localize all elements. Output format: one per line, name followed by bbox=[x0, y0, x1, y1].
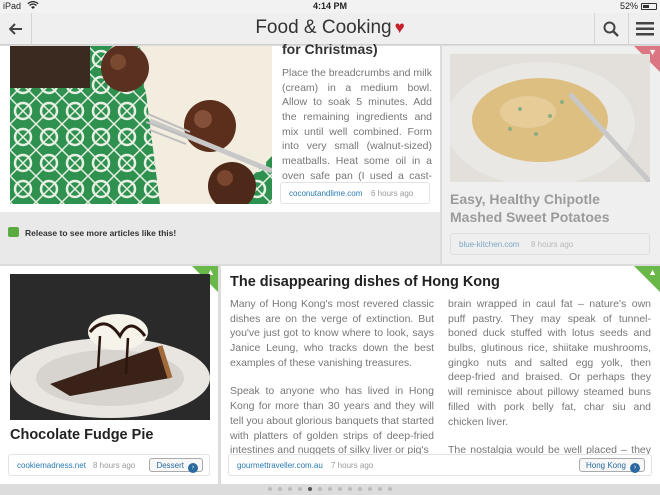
pie-image bbox=[10, 274, 210, 420]
status-bar: iPad 4:14 PM 52% bbox=[0, 0, 660, 13]
hongkong-paragraph: brain wrapped in caul fat – nature's own… bbox=[448, 298, 651, 428]
hamburger-icon bbox=[635, 22, 654, 36]
potatoes-title: Easy, Healthy Chipotle Mashed Sweet Pota… bbox=[450, 191, 610, 226]
thumbs-up-icon bbox=[8, 227, 19, 237]
page-dot[interactable] bbox=[278, 487, 282, 491]
back-button[interactable] bbox=[0, 13, 32, 45]
like-corner[interactable]: ▲ bbox=[634, 266, 660, 292]
pie-meta: cookiemadness.net 8 hours ago Dessert › bbox=[8, 454, 210, 476]
page-dot[interactable] bbox=[328, 487, 332, 491]
page-dot[interactable] bbox=[268, 487, 272, 491]
release-hint-text: Release to see more articles like this! bbox=[25, 228, 177, 238]
category-tag-hong-kong[interactable]: Hong Kong › bbox=[578, 458, 645, 473]
page-dot[interactable] bbox=[288, 487, 292, 491]
heart-icon: ♥ bbox=[394, 18, 405, 37]
source-link[interactable]: gourmettraveller.com.au bbox=[237, 461, 323, 470]
meatballs-image bbox=[10, 46, 272, 204]
release-hint: Release to see more articles like this! bbox=[0, 212, 440, 264]
timestamp: 7 hours ago bbox=[331, 461, 374, 470]
chevron-right-icon: › bbox=[188, 463, 198, 473]
article-card-potatoes[interactable]: ▼ Easy, Healthy Chipotle Mashed Sweet Po… bbox=[442, 46, 660, 264]
category-tag-dessert[interactable]: Dessert › bbox=[149, 458, 203, 473]
timestamp: 8 hours ago bbox=[531, 240, 574, 249]
page-dot[interactable] bbox=[348, 487, 352, 491]
page-dot[interactable] bbox=[318, 487, 322, 491]
page-dot[interactable] bbox=[358, 487, 362, 491]
source-link[interactable]: cookiemadness.net bbox=[17, 461, 86, 470]
source-link[interactable]: coconutandlime.com bbox=[289, 189, 362, 198]
timestamp: 8 hours ago bbox=[93, 461, 136, 470]
page-indicator[interactable] bbox=[0, 487, 660, 491]
hongkong-column-2: brain wrapped in caul fat – nature's own… bbox=[448, 297, 651, 473]
page-dot[interactable] bbox=[338, 487, 342, 491]
search-icon bbox=[603, 21, 619, 37]
hongkong-paragraph: Many of Hong Kong's most revered classic… bbox=[230, 298, 434, 369]
hongkong-paragraph: Speak to anyone who has lived in Hong Ko… bbox=[230, 385, 434, 457]
potatoes-image bbox=[450, 54, 650, 182]
page-title: Food & Cooking ♥ bbox=[255, 17, 405, 38]
search-button[interactable] bbox=[594, 13, 626, 45]
meatballs-heading-tail: for Christmas) bbox=[282, 41, 378, 57]
chevron-right-icon: › bbox=[630, 463, 640, 473]
hongkong-meta: gourmettraveller.com.au 7 hours ago Hong… bbox=[228, 454, 652, 476]
timestamp: 6 hours ago bbox=[371, 189, 414, 198]
page-dot[interactable] bbox=[368, 487, 372, 491]
source-link[interactable]: blue-kitchen.com bbox=[459, 240, 519, 249]
clock: 4:14 PM bbox=[312, 1, 347, 11]
thumbs-up-icon: ▲ bbox=[648, 267, 657, 277]
page-dot[interactable] bbox=[378, 487, 382, 491]
meatballs-excerpt: Place the breadcrumbs and milk (cream) i… bbox=[282, 67, 432, 197]
article-card-hongkong[interactable]: ▲ The disappearing dishes of Hong Kong M… bbox=[221, 266, 660, 484]
page-dot[interactable] bbox=[388, 487, 392, 491]
hongkong-column-1: Many of Hong Kong's most revered classic… bbox=[230, 297, 434, 458]
hongkong-title: The disappearing dishes of Hong Kong bbox=[230, 274, 500, 290]
page-dot[interactable] bbox=[308, 487, 312, 491]
article-card-meatballs[interactable]: for Christmas) Place the breadcrumbs and… bbox=[0, 41, 440, 212]
article-card-pie[interactable]: ▲ Chocolate Fudge Pie cookiemadness.net … bbox=[0, 266, 218, 484]
pie-title: Chocolate Fudge Pie bbox=[10, 427, 154, 443]
page-dot[interactable] bbox=[298, 487, 302, 491]
back-arrow-icon bbox=[8, 23, 22, 35]
potatoes-meta: blue-kitchen.com 8 hours ago bbox=[450, 233, 650, 255]
menu-button[interactable] bbox=[628, 13, 660, 45]
meatballs-meta: coconutandlime.com 6 hours ago bbox=[280, 182, 430, 204]
battery-percent: 52% bbox=[619, 1, 638, 11]
battery-icon bbox=[641, 3, 657, 10]
